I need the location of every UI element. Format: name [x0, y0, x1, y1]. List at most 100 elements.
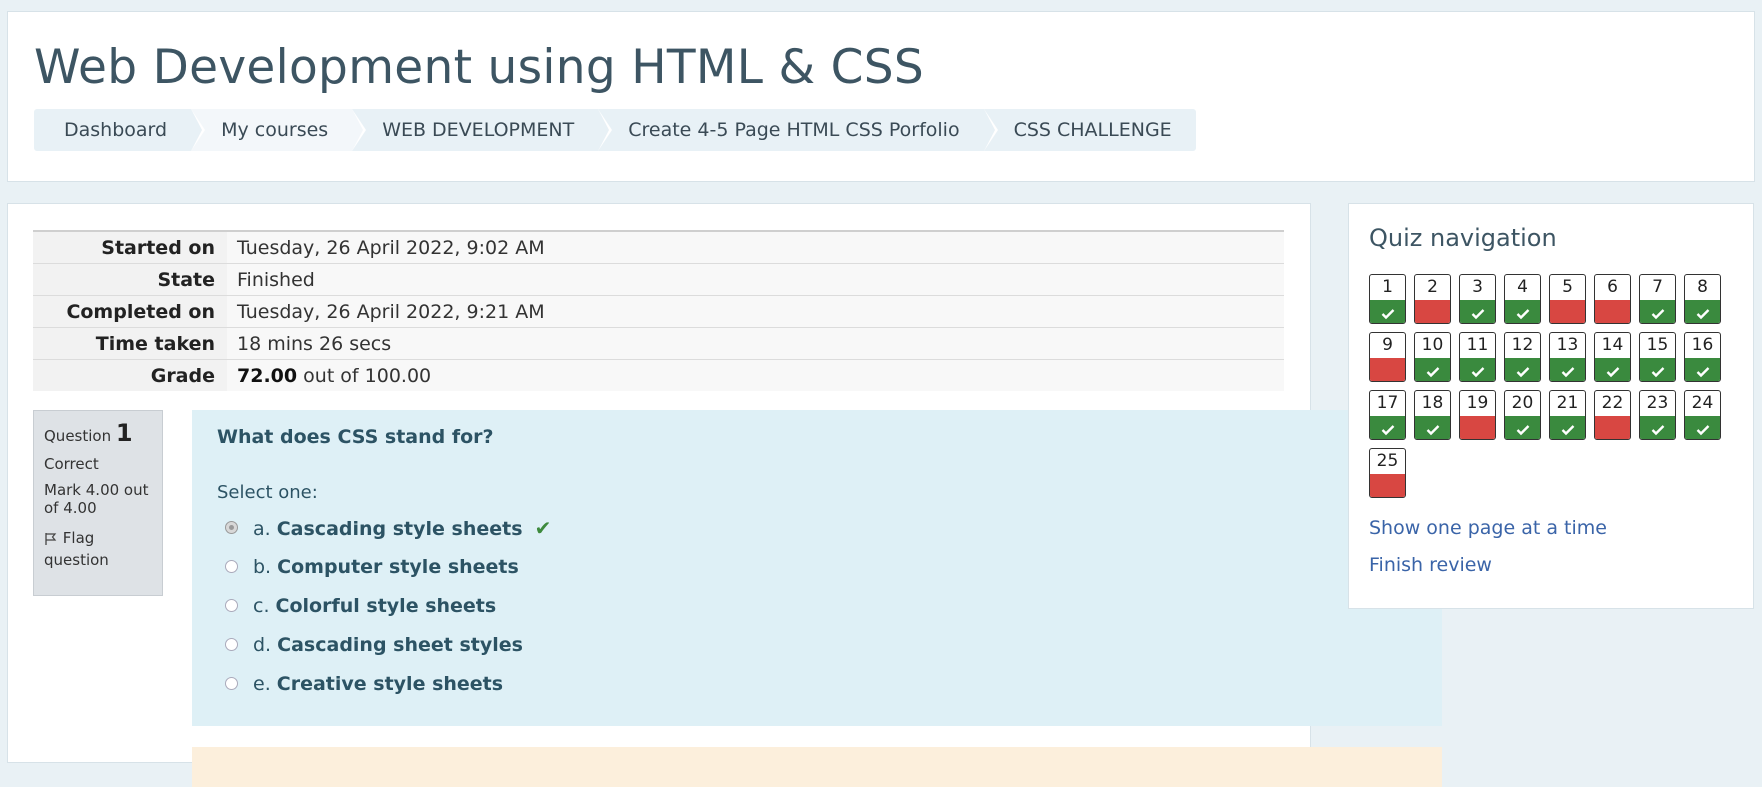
incorrect-state-bar	[1460, 416, 1495, 439]
question-nav-number: 20	[1511, 393, 1534, 413]
state-value: Finished	[227, 263, 1284, 296]
quiz-nav-question-25[interactable]: 25	[1369, 448, 1406, 498]
incorrect-state-bar	[1550, 300, 1585, 323]
flag-question-button[interactable]: Flag question	[44, 527, 152, 571]
state-label: State	[33, 263, 227, 296]
grade-out-of: out of 100.00	[303, 364, 432, 387]
quiz-nav-question-6[interactable]: 6	[1594, 274, 1631, 324]
question-nav-number: 8	[1697, 277, 1708, 297]
question-mark: Mark 4.00 out of 4.00	[44, 481, 149, 517]
flag-icon	[44, 529, 58, 547]
quiz-nav-question-16[interactable]: 16	[1684, 332, 1721, 382]
breadcrumb-css-challenge[interactable]: CSS CHALLENGE	[984, 109, 1196, 151]
incorrect-state-bar	[1370, 358, 1405, 381]
breadcrumb-portfolio[interactable]: Create 4-5 Page HTML CSS Porfolio	[598, 109, 998, 151]
breadcrumb-web-development[interactable]: WEB DEVELOPMENT	[352, 109, 613, 151]
question-nav-number: 11	[1466, 335, 1489, 355]
question-nav-number: 6	[1607, 277, 1618, 297]
summary-row-state: State Finished	[33, 263, 1284, 296]
correct-check-icon	[1685, 300, 1720, 323]
quiz-nav-question-7[interactable]: 7	[1639, 274, 1676, 324]
page-header: Web Development using HTML & CSS Dashboa…	[7, 11, 1755, 182]
correct-check-icon	[1640, 300, 1675, 323]
answer-letter: e.	[253, 673, 271, 695]
summary-row-grade: Grade 72.00 out of 100.00	[33, 359, 1284, 391]
question-nav-number: 2	[1427, 277, 1438, 297]
answer-option-b: b. Computer style sheets	[217, 548, 1417, 587]
completed-label: Completed on	[33, 295, 227, 328]
question-nav-number: 19	[1466, 393, 1489, 413]
question-nav-number: 1	[1382, 277, 1393, 297]
question-nav-number: 25	[1376, 451, 1399, 471]
breadcrumb-my-courses[interactable]: My courses	[191, 109, 367, 151]
correct-check-icon	[1685, 358, 1720, 381]
correct-check-icon	[1685, 416, 1720, 439]
quiz-nav-question-4[interactable]: 4	[1504, 274, 1541, 324]
correct-check-icon	[1595, 358, 1630, 381]
answer-letter: d.	[253, 634, 272, 656]
correct-check-icon	[1415, 416, 1450, 439]
question-nav-number: 17	[1376, 393, 1399, 413]
quiz-nav-question-2[interactable]: 2	[1414, 274, 1451, 324]
correct-check-icon	[1370, 300, 1405, 323]
quiz-nav-question-22[interactable]: 22	[1594, 390, 1631, 440]
correct-check-icon	[1505, 416, 1540, 439]
quiz-nav-question-24[interactable]: 24	[1684, 390, 1721, 440]
quiz-nav-question-20[interactable]: 20	[1504, 390, 1541, 440]
question-label: Question	[44, 427, 112, 445]
quiz-nav-question-8[interactable]: 8	[1684, 274, 1721, 324]
answer-radio-a[interactable]	[225, 521, 238, 534]
quiz-nav-question-10[interactable]: 10	[1414, 332, 1451, 382]
summary-row-completed: Completed on Tuesday, 26 April 2022, 9:2…	[33, 295, 1284, 328]
question-nav-number: 21	[1556, 393, 1579, 413]
correct-check-icon	[1505, 300, 1540, 323]
question-nav-number: 9	[1382, 335, 1393, 355]
answer-option-e: e. Creative style sheets	[217, 665, 1417, 704]
time-taken-label: Time taken	[33, 327, 227, 360]
answer-radio-d[interactable]	[225, 638, 238, 651]
breadcrumb: Dashboard My courses WEB DEVELOPMENT Cre…	[34, 109, 1196, 151]
answer-radio-b[interactable]	[225, 560, 238, 573]
question-nav-number: 7	[1652, 277, 1663, 297]
quiz-nav-question-19[interactable]: 19	[1459, 390, 1496, 440]
started-value: Tuesday, 26 April 2022, 9:02 AM	[227, 230, 1284, 264]
answer-list: a. Cascading style sheets ✔ b. Computer …	[217, 509, 1417, 704]
quiz-nav-question-13[interactable]: 13	[1549, 332, 1586, 382]
answer-radio-e[interactable]	[225, 677, 238, 690]
quiz-nav-question-5[interactable]: 5	[1549, 274, 1586, 324]
correct-check-icon: ✔	[534, 516, 552, 540]
breadcrumb-dashboard[interactable]: Dashboard	[34, 109, 206, 151]
quiz-nav-question-21[interactable]: 21	[1549, 390, 1586, 440]
quiz-nav-question-12[interactable]: 12	[1504, 332, 1541, 382]
correct-check-icon	[1460, 358, 1495, 381]
quiz-nav-question-17[interactable]: 17	[1369, 390, 1406, 440]
quiz-navigation-title: Quiz navigation	[1369, 224, 1557, 252]
question-nav-number: 23	[1646, 393, 1669, 413]
grade-label: Grade	[33, 359, 227, 391]
quiz-nav-question-1[interactable]: 1	[1369, 274, 1406, 324]
quiz-nav-question-18[interactable]: 18	[1414, 390, 1451, 440]
correct-check-icon	[1415, 358, 1450, 381]
finish-review-link[interactable]: Finish review	[1369, 554, 1492, 576]
quiz-nav-question-15[interactable]: 15	[1639, 332, 1676, 382]
show-one-page-link[interactable]: Show one page at a time	[1369, 517, 1607, 539]
quiz-nav-question-14[interactable]: 14	[1594, 332, 1631, 382]
question-nav-number: 3	[1472, 277, 1483, 297]
question-nav-number: 24	[1691, 393, 1714, 413]
quiz-nav-question-11[interactable]: 11	[1459, 332, 1496, 382]
answer-letter: a.	[253, 518, 271, 540]
answer-letter: c.	[253, 595, 270, 617]
quiz-nav-question-9[interactable]: 9	[1369, 332, 1406, 382]
select-one-prompt: Select one:	[217, 482, 318, 503]
grade-score: 72.00	[237, 364, 298, 387]
answer-radio-c[interactable]	[225, 599, 238, 612]
answer-letter: b.	[253, 556, 272, 578]
question-nav-number: 16	[1691, 335, 1714, 355]
answer-text: Cascading style sheets	[276, 518, 523, 540]
quiz-review-region: Started on Tuesday, 26 April 2022, 9:02 …	[7, 203, 1442, 787]
question-nav-number: 22	[1601, 393, 1624, 413]
quiz-nav-question-3[interactable]: 3	[1459, 274, 1496, 324]
quiz-nav-question-23[interactable]: 23	[1639, 390, 1676, 440]
summary-row-time: Time taken 18 mins 26 secs	[33, 327, 1284, 360]
question-nav-number: 15	[1646, 335, 1669, 355]
